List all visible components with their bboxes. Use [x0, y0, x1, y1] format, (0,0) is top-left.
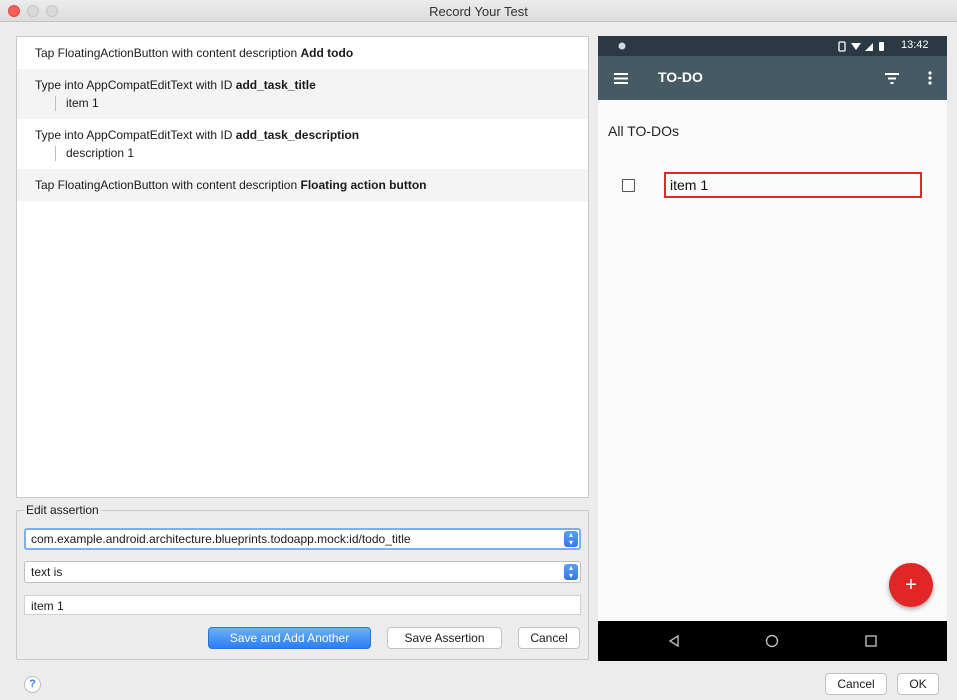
select-arrows-icon: ▴ ▾	[564, 564, 578, 580]
view-id-value: com.example.android.architecture.bluepri…	[31, 532, 411, 546]
notification-dot-icon	[618, 42, 626, 50]
recorded-steps-list[interactable]: Tap FloatingActionButton with content de…	[16, 36, 589, 498]
view-id-select[interactable]: com.example.android.architecture.bluepri…	[24, 528, 581, 550]
step-item[interactable]: Type into AppCompatEditText with ID add_…	[17, 119, 588, 169]
overflow-menu-icon[interactable]	[928, 71, 932, 85]
title-bar: Record Your Test	[0, 0, 957, 22]
help-button[interactable]: ?	[24, 676, 41, 693]
step-typed-text: description 1	[55, 146, 570, 161]
app-title: TO-DO	[658, 69, 703, 85]
add-task-fab[interactable]: +	[889, 563, 933, 607]
step-target: Add todo	[300, 46, 354, 60]
status-icons	[838, 41, 884, 52]
step-target: add_task_title	[235, 78, 316, 92]
edit-assertion-group: Edit assertion com.example.android.archi…	[16, 503, 589, 660]
step-item[interactable]: Type into AppCompatEditText with ID add_…	[17, 69, 588, 119]
assertion-condition-value: text is	[31, 565, 63, 579]
select-arrows-icon: ▴ ▾	[564, 531, 578, 547]
step-action-text: Tap FloatingActionButton with content de…	[35, 46, 301, 60]
home-icon[interactable]	[765, 634, 779, 648]
dialog-cancel-button[interactable]: Cancel	[825, 673, 887, 695]
assertion-value-input[interactable]: item 1	[24, 595, 581, 615]
back-icon[interactable]	[668, 635, 680, 647]
task-title-highlighted[interactable]: item 1	[664, 172, 922, 198]
step-target: Floating action button	[300, 178, 427, 192]
dialog-ok-button[interactable]: OK	[897, 673, 939, 695]
status-time: 13:42	[901, 39, 929, 51]
task-complete-checkbox[interactable]	[622, 179, 635, 192]
hamburger-menu-icon[interactable]	[614, 73, 628, 84]
step-item[interactable]: Tap FloatingActionButton with content de…	[17, 169, 588, 201]
step-target: add_task_description	[235, 128, 360, 142]
assertion-condition-select[interactable]: text is ▴ ▾	[24, 561, 581, 583]
step-action-text: Type into AppCompatEditText with ID	[35, 78, 236, 92]
app-toolbar: TO-DO	[598, 56, 947, 100]
recents-icon[interactable]	[865, 635, 877, 647]
device-status-bar: 13:42	[598, 36, 947, 56]
android-nav-bar	[598, 621, 947, 661]
window-title: Record Your Test	[429, 4, 528, 19]
section-title: All TO-DOs	[608, 123, 680, 139]
assertion-cancel-button[interactable]: Cancel	[518, 627, 580, 649]
save-and-add-another-button[interactable]: Save and Add Another	[208, 627, 371, 649]
save-assertion-button[interactable]: Save Assertion	[387, 627, 502, 649]
filter-icon[interactable]	[885, 73, 899, 84]
step-item[interactable]: Tap FloatingActionButton with content de…	[17, 37, 588, 69]
step-action-text: Type into AppCompatEditText with ID	[35, 128, 236, 142]
step-action-text: Tap FloatingActionButton with content de…	[35, 178, 301, 192]
device-screen[interactable]: 13:42 TO-DO All TO-DOs item 1 +	[598, 36, 947, 661]
edit-assertion-legend: Edit assertion	[24, 503, 101, 517]
task-row[interactable]: item 1	[598, 170, 947, 202]
step-typed-text: item 1	[55, 96, 570, 111]
